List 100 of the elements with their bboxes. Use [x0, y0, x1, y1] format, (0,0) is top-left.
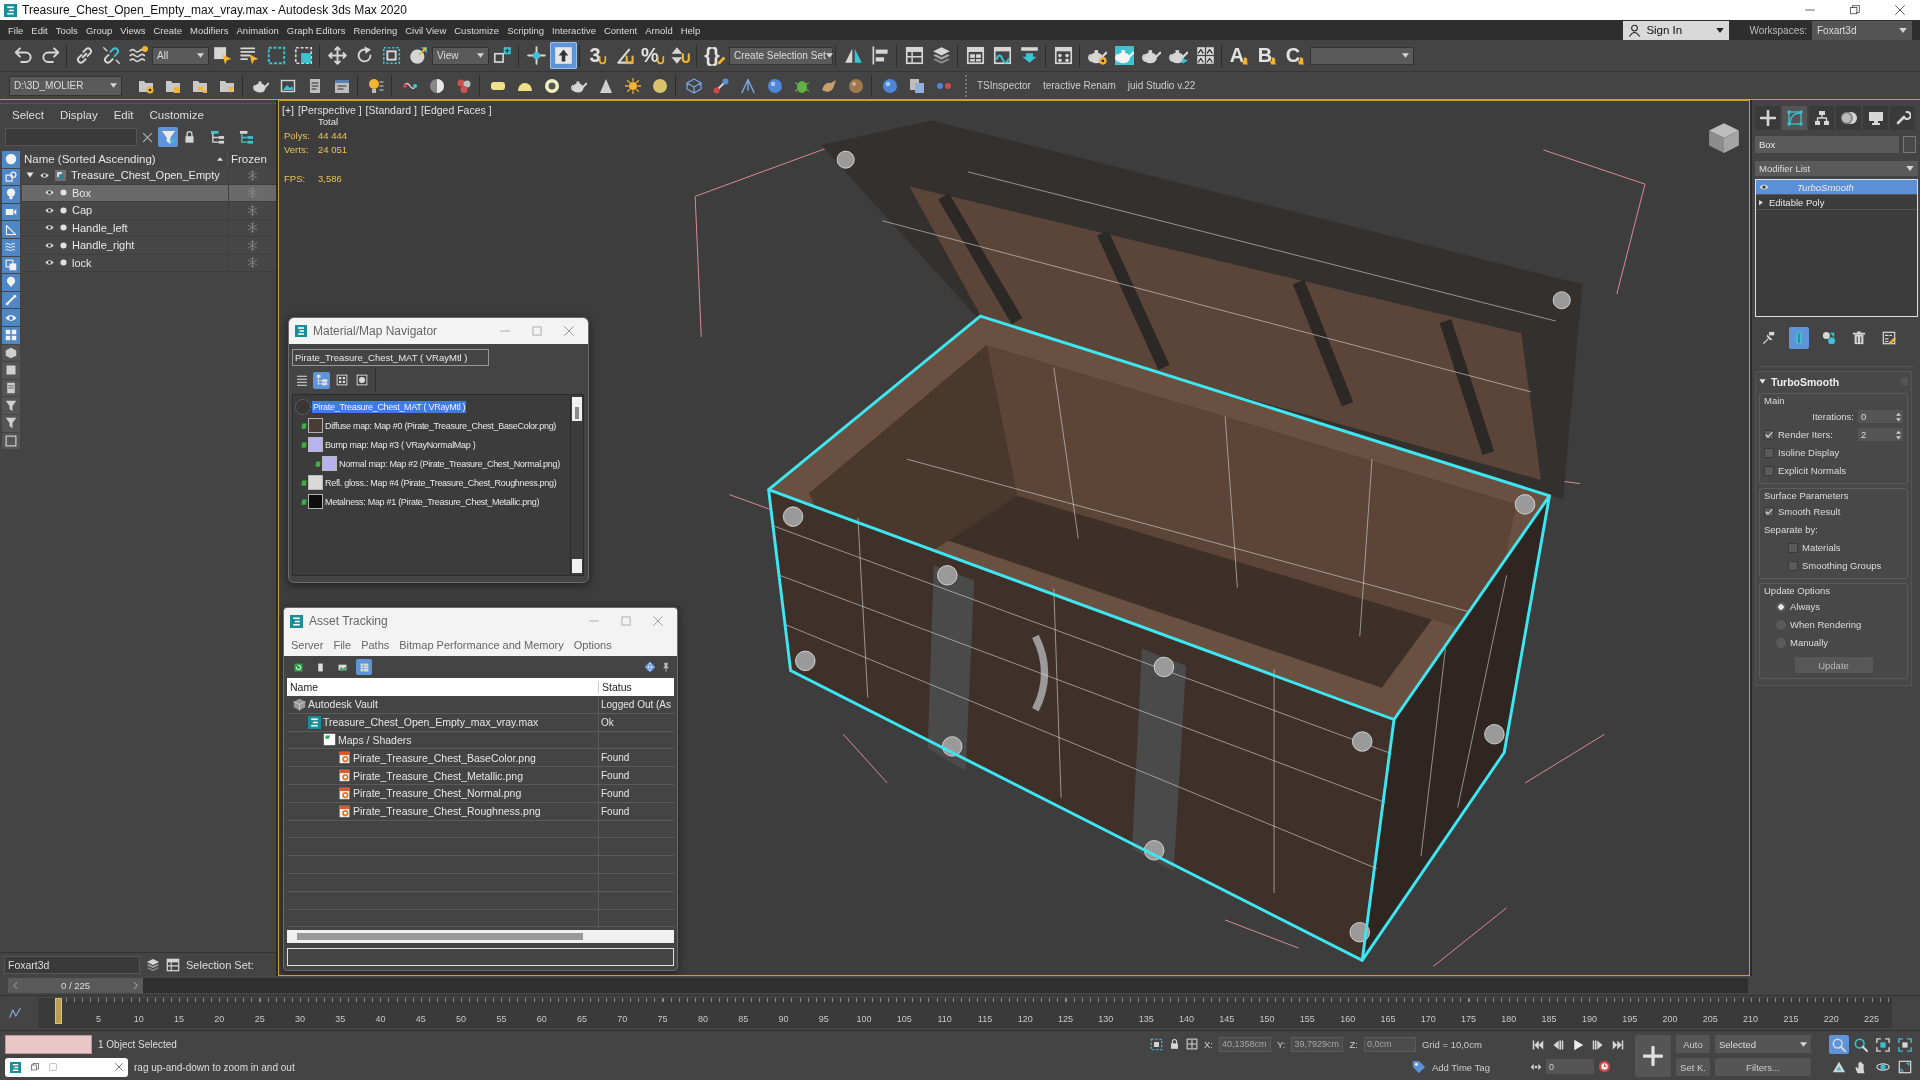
expanded-triangle-icon[interactable]: [1759, 378, 1766, 385]
viewport-menu-label[interactable]: [Standard ]: [365, 104, 417, 116]
menu-item[interactable]: Paths: [356, 639, 395, 651]
clear-icon[interactable]: [142, 131, 153, 143]
checkbox[interactable]: [1764, 447, 1774, 458]
sphere-icon[interactable]: [766, 77, 783, 94]
checkbox[interactable]: [1764, 506, 1774, 517]
menu-item[interactable]: Customize: [450, 24, 504, 36]
isolate-icon[interactable]: [1150, 1037, 1163, 1051]
menu-item[interactable]: Create: [149, 24, 186, 36]
snowflake-icon[interactable]: [247, 204, 258, 216]
view-mode-button[interactable]: [353, 371, 370, 389]
auto-key-button[interactable]: Auto: [1676, 1035, 1710, 1053]
update-button[interactable]: Update: [1794, 657, 1873, 673]
toolbar-dropdown[interactable]: View: [432, 46, 489, 65]
menu-item[interactable]: Tools: [51, 24, 82, 36]
rollout-title[interactable]: TurboSmooth: [1771, 375, 1840, 388]
project-folder-dropdown[interactable]: D:\3D_MOLIER: [9, 75, 122, 96]
spinner-field[interactable]: 0: [1858, 410, 1903, 423]
viewport-menu-label[interactable]: [Perspective ]: [297, 104, 362, 116]
menu-item[interactable]: Server: [286, 639, 329, 651]
view-mode-button[interactable]: [333, 371, 350, 389]
eye-icon[interactable]: [44, 205, 55, 215]
tree-structure-icon[interactable]: [210, 129, 225, 145]
menu-item[interactable]: Rendering: [349, 24, 402, 36]
category-filter-button[interactable]: [2, 414, 20, 432]
picture-icon[interactable]: [279, 77, 296, 94]
snowflake-icon[interactable]: [247, 239, 258, 251]
wireframe-cube-icon[interactable]: [685, 77, 702, 94]
menu-item[interactable]: Interactive: [548, 24, 600, 36]
viewport-menu-label[interactable]: [+]: [282, 104, 294, 116]
modifier-stack-item[interactable]: Editable Poly: [1756, 195, 1917, 210]
menu-item[interactable]: Arnold: [641, 24, 677, 36]
sphere-icon[interactable]: [881, 77, 898, 94]
spinner-field[interactable]: 2: [1858, 428, 1903, 441]
map-tree-item[interactable]: Bump map: Map #3 ( VRayNormalMap ): [324, 438, 477, 451]
map-tree-item[interactable]: Metalness: Map #1 (Pirate_Treasure_Chest_Metallic.png): [324, 495, 541, 508]
material-name-field[interactable]: Pirate_Treasure_Chest_MAT ( VRayMtl ): [292, 349, 489, 366]
checkbox[interactable]: [1788, 542, 1798, 553]
table-icon[interactable]: [166, 957, 180, 972]
calendar-icon[interactable]: [333, 77, 350, 94]
menu-item[interactable]: File: [328, 639, 357, 651]
eye-icon[interactable]: [1758, 182, 1770, 192]
category-filter-button[interactable]: [2, 397, 20, 414]
expanded-triangle-icon[interactable]: [26, 171, 34, 180]
set-key-mode-button[interactable]: Set K.: [1676, 1058, 1710, 1076]
menu-item[interactable]: Graph Editors: [282, 24, 350, 36]
menu-item[interactable]: Animation: [232, 24, 283, 36]
eye-icon[interactable]: [44, 240, 55, 250]
menu-item[interactable]: Customize: [141, 109, 212, 121]
category-filter-button[interactable]: [2, 379, 20, 397]
modify-tab[interactable]: [1782, 106, 1807, 130]
category-filter-button[interactable]: [2, 432, 20, 450]
menu-item[interactable]: Help: [676, 24, 705, 36]
checkbox[interactable]: [1764, 429, 1774, 440]
tag-icon[interactable]: [1412, 1060, 1426, 1074]
ring-icon[interactable]: [543, 77, 560, 94]
clock-gear-icon[interactable]: [1598, 1060, 1611, 1073]
ball-icon[interactable]: [651, 77, 668, 94]
time-tag-label[interactable]: Add Time Tag: [1432, 1061, 1490, 1073]
menu-item[interactable]: Edit: [27, 24, 52, 36]
eye-icon[interactable]: [39, 170, 50, 180]
script-button[interactable]: B: [1254, 42, 1282, 69]
menu-item[interactable]: Select: [4, 109, 52, 121]
viewcube-icon[interactable]: [1707, 121, 1741, 155]
column-header[interactable]: Status: [598, 681, 674, 693]
snowflake-icon[interactable]: [247, 222, 258, 234]
checkbox[interactable]: [1788, 560, 1798, 571]
plugin-button[interactable]: TSInspector: [977, 80, 1031, 91]
collapsed-triangle-icon[interactable]: [1758, 198, 1764, 206]
menu-item[interactable]: Views: [116, 24, 150, 36]
time-slider-thumb[interactable]: 0 / 225: [8, 978, 143, 993]
pin-icon[interactable]: [661, 662, 671, 672]
category-filter-button[interactable]: [2, 203, 20, 221]
minimized-window[interactable]: [5, 1057, 128, 1077]
motion-tab[interactable]: [1836, 106, 1861, 130]
utilities-tab[interactable]: [1890, 106, 1915, 130]
menu-item[interactable]: File: [4, 24, 28, 36]
menu-item[interactable]: Civil View: [401, 24, 451, 36]
scene-tree-row[interactable]: Handle_right: [22, 237, 276, 255]
script-input-field[interactable]: [5, 1034, 92, 1054]
column-header[interactable]: Name (Sorted Ascending): [24, 153, 156, 165]
column-header[interactable]: Frozen: [228, 153, 276, 165]
sun-icon[interactable]: [624, 77, 641, 94]
leaf-icon[interactable]: [820, 77, 837, 94]
map-tree-item[interactable]: Diffuse map: Map #0 (Pirate_Treasure_Chest_BaseColor.png): [324, 419, 558, 432]
path-field[interactable]: [287, 948, 674, 966]
object-color-swatch[interactable]: [1903, 136, 1916, 153]
named-selection-button[interactable]: {}: [701, 42, 729, 69]
search-field[interactable]: [5, 128, 137, 146]
snap-button[interactable]: 3: [584, 42, 612, 69]
coordinate-field[interactable]: 0,0cm: [1363, 1036, 1416, 1052]
eye-icon[interactable]: [44, 258, 55, 268]
toolbar-dropdown[interactable]: All: [152, 46, 209, 65]
track-bar[interactable]: 5 10 15 20 25 30 35 40 45 50 55 60 65 70 75 80 85 90 95 100 105 110 115 120 125 130 135 140 145 150 155 160 165 170 175 180 185 190 195 200 205 210 215 220 225: [38, 998, 1892, 1028]
scene-tree-row[interactable]: Cap: [22, 202, 276, 220]
workspace-dropdown[interactable]: Foxart3d: [1812, 20, 1912, 40]
cluster-icon[interactable]: [455, 77, 472, 94]
coordinate-field[interactable]: 39,7929cm: [1291, 1036, 1344, 1052]
category-filter-button[interactable]: [2, 168, 20, 186]
